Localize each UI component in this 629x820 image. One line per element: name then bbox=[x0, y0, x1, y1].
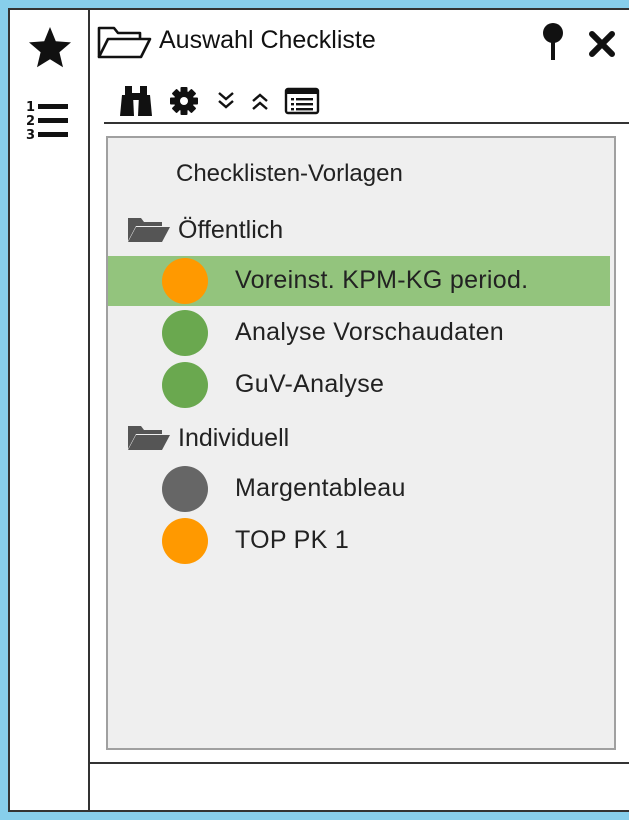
binoculars-icon bbox=[120, 86, 152, 116]
tree-folder-oeffentlich[interactable]: Öffentlich bbox=[126, 210, 283, 250]
double-chevron-up-icon bbox=[252, 93, 268, 110]
toolbar bbox=[106, 80, 629, 122]
list-view-button[interactable] bbox=[282, 84, 322, 118]
folder-label: Individuell bbox=[178, 423, 290, 452]
tree-item-label: Voreinst. KPM-KG period. bbox=[235, 266, 529, 294]
toolbar-divider bbox=[104, 122, 629, 124]
folder-label: Öffentlich bbox=[178, 215, 284, 244]
pin-icon bbox=[543, 23, 563, 60]
folder-open-icon bbox=[128, 426, 170, 450]
tree-item-top-pk-1[interactable]: TOP PK 1 bbox=[108, 516, 610, 566]
expand-all-button[interactable] bbox=[212, 84, 240, 118]
close-button[interactable] bbox=[586, 28, 618, 60]
tree-folder-individuell[interactable]: Individuell bbox=[126, 418, 289, 458]
status-dot bbox=[162, 466, 208, 512]
settings-button[interactable] bbox=[166, 84, 202, 118]
status-dot bbox=[162, 518, 208, 564]
panel-titlebar: Auswahl Checkliste bbox=[90, 10, 629, 68]
numbered-list-icon: 1 2 3 bbox=[26, 100, 68, 143]
folder-open-icon bbox=[128, 218, 170, 242]
star-icon bbox=[29, 27, 71, 68]
tree-item-label: GuV-Analyse bbox=[235, 370, 385, 398]
svg-text:3: 3 bbox=[26, 128, 35, 143]
svg-text:1: 1 bbox=[26, 100, 35, 115]
list-view-icon bbox=[284, 87, 320, 115]
checklist-tree: Checklisten-Vorlagen Öffentlich Voreinst… bbox=[106, 136, 616, 750]
status-bar-divider bbox=[90, 762, 629, 764]
tree-item-guv-analyse[interactable]: GuV-Analyse bbox=[108, 360, 610, 410]
close-icon bbox=[589, 31, 615, 57]
checklist-panel: Auswahl Checkliste Checklisten-Vorlagen … bbox=[90, 10, 629, 810]
gear-icon bbox=[170, 87, 198, 115]
tree-item-voreinst-kpm[interactable]: Voreinst. KPM-KG period. bbox=[108, 256, 610, 306]
tree-item-margentableau[interactable]: Margentableau bbox=[108, 464, 610, 514]
double-chevron-down-icon bbox=[218, 92, 234, 109]
favorites-button[interactable] bbox=[24, 22, 76, 74]
panel-title: Auswahl Checkliste bbox=[159, 26, 376, 54]
svg-text:2: 2 bbox=[26, 114, 35, 129]
numbered-list-button[interactable]: 1 2 3 bbox=[24, 96, 76, 148]
status-dot bbox=[162, 258, 208, 304]
tree-item-label: Analyse Vorschaudaten bbox=[235, 318, 504, 346]
tree-item-label: TOP PK 1 bbox=[235, 526, 350, 554]
status-dot bbox=[162, 310, 208, 356]
status-dot bbox=[162, 362, 208, 408]
search-button[interactable] bbox=[116, 84, 156, 118]
collapse-all-button[interactable] bbox=[246, 84, 274, 118]
folder-open-outline-icon bbox=[96, 24, 152, 65]
tree-root-label: Checklisten-Vorlagen bbox=[176, 160, 403, 187]
left-sidebar: 1 2 3 bbox=[10, 10, 90, 810]
pin-button[interactable] bbox=[540, 22, 566, 62]
tree-item-label: Margentableau bbox=[235, 474, 406, 502]
tree-item-analyse-vorschaudaten[interactable]: Analyse Vorschaudaten bbox=[108, 308, 610, 358]
checklist-window: 1 2 3 Auswahl Checkliste Checklisten-Vor… bbox=[8, 8, 629, 812]
